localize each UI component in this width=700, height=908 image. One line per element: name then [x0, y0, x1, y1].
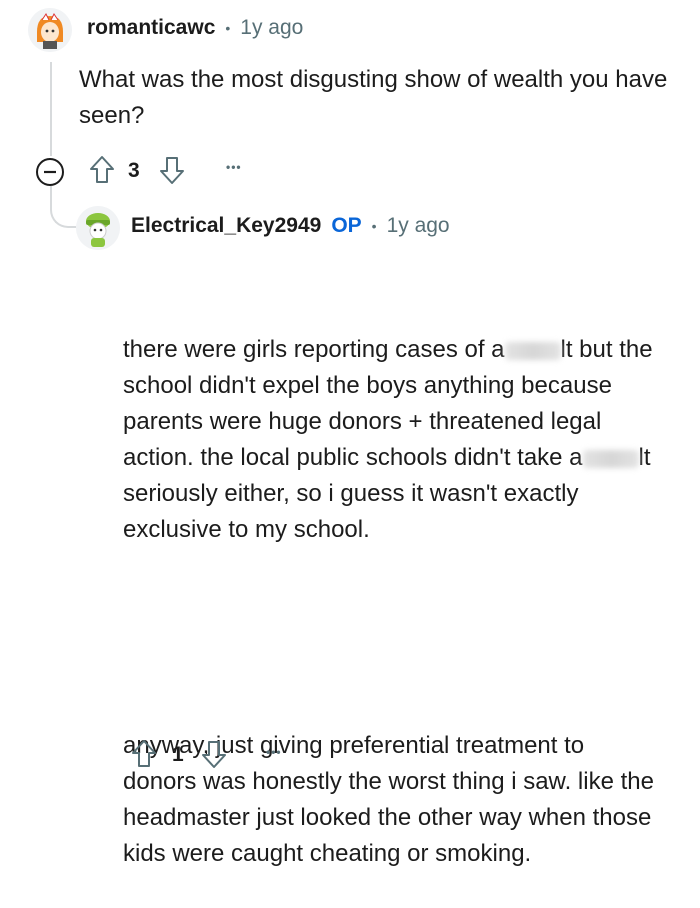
username[interactable]: romanticawc	[87, 16, 215, 40]
vote-count: 3	[128, 159, 140, 182]
comment-header: romanticawc • 1y ago	[87, 16, 303, 40]
redaction-blur	[582, 449, 639, 468]
vote-count: 1	[172, 743, 184, 766]
separator: •	[371, 218, 377, 234]
avatar[interactable]	[28, 8, 72, 52]
upvote-button[interactable]	[128, 736, 160, 772]
reply-body: there were girls reporting cases of a lt …	[123, 260, 663, 908]
reply-header: Electrical_Key2949 OP • 1y ago	[131, 214, 450, 238]
username[interactable]: Electrical_Key2949	[131, 214, 321, 238]
arrow-down-icon	[160, 157, 184, 184]
minus-circle-icon	[36, 158, 64, 186]
upvote-button[interactable]	[86, 152, 118, 188]
collapse-button[interactable]	[34, 156, 66, 188]
op-badge: OP	[331, 214, 362, 237]
arrow-up-icon	[90, 156, 114, 183]
more-options-button[interactable]: •••	[226, 160, 242, 174]
separator: •	[225, 20, 231, 36]
timestamp: 1y ago	[240, 16, 304, 39]
reply-text: there were girls reporting cases of a	[123, 336, 505, 363]
downvote-button[interactable]	[156, 152, 188, 188]
avatar[interactable]	[76, 206, 120, 250]
reply-thread-connector	[50, 186, 76, 228]
arrow-up-icon	[132, 740, 156, 767]
comment-body: What was the most disgusting show of wea…	[79, 66, 674, 129]
more-options-button[interactable]: •••	[266, 745, 282, 759]
thread-line	[50, 62, 52, 156]
downvote-button[interactable]	[198, 736, 230, 772]
reply-paragraph: there were girls reporting cases of a lt …	[123, 332, 663, 548]
timestamp: 1y ago	[386, 214, 450, 237]
redaction-blur	[504, 341, 561, 360]
arrow-down-icon	[202, 741, 226, 768]
